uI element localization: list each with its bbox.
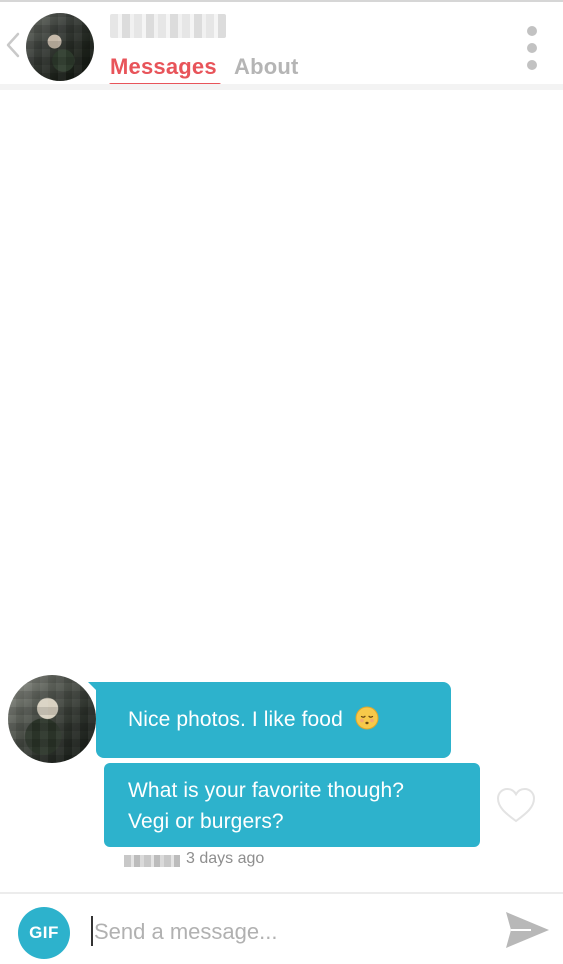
kebab-menu-icon[interactable] <box>522 26 542 70</box>
message-bubble: What is your favorite though? Vegi or bu… <box>104 763 480 847</box>
tab-about[interactable]: About <box>234 54 299 80</box>
send-arrow-icon[interactable] <box>503 909 551 951</box>
sender-name-redacted <box>124 855 180 867</box>
message-text: Nice photos. I like food <box>128 708 343 731</box>
relieved-face-emoji-icon <box>355 706 379 730</box>
message-input[interactable] <box>90 914 470 950</box>
gif-button[interactable]: GIF <box>18 907 70 959</box>
message-bubble: Nice photos. I like food <box>88 682 451 758</box>
match-avatar[interactable] <box>26 13 94 81</box>
chevron-left-icon[interactable] <box>4 30 22 60</box>
tab-messages[interactable]: Messages <box>110 54 217 80</box>
match-name-redacted <box>110 14 226 38</box>
chat-header: Messages About <box>0 2 563 87</box>
message-text-line: Vegi or burgers? <box>128 810 284 833</box>
message-timestamp: 3 days ago <box>186 850 265 867</box>
header-divider <box>0 84 563 90</box>
heart-outline-icon[interactable] <box>495 786 537 824</box>
text-caret <box>91 916 93 946</box>
sender-avatar[interactable] <box>8 675 96 763</box>
message-text-line: What is your favorite though? <box>128 779 405 802</box>
